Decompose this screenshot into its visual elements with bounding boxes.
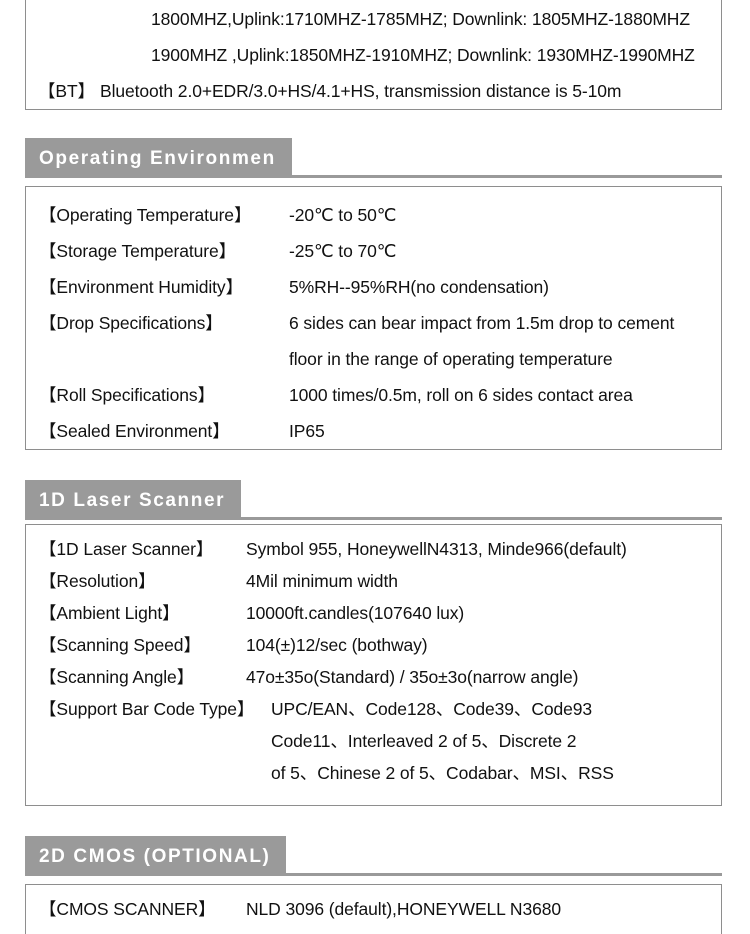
spec-value: of 5、Chinese 2 of 5、Codabar、MSI、RSS: [271, 763, 614, 783]
spec-value: 47o±35o(Standard) / 35o±3o(narrow angle): [246, 667, 579, 687]
spec-value: IP65: [289, 421, 325, 441]
spec-value: 10000ft.candles(107640 lux): [246, 603, 465, 623]
spec-value: -20℃ to 50℃: [289, 205, 397, 225]
spec-label: 【Scanning Angle】: [39, 667, 195, 687]
spec-label: 【Roll Specifications】: [39, 385, 215, 405]
section-header-operating-environment: Operating Environmen: [25, 138, 722, 178]
operating-environment-spec-box: 【Operating Temperature】 -20℃ to 50℃ 【Sto…: [25, 186, 722, 450]
spec-value: 1000 times/0.5m, roll on 6 sides contact…: [289, 385, 633, 405]
spec-value: 1800MHZ,Uplink:1710MHZ-1785MHZ; Downlink…: [151, 9, 690, 29]
table-row: 【Storage Temperature】 -25℃ to 70℃: [39, 233, 721, 269]
spec-value: Bluetooth 2.0+EDR/3.0+HS/4.1+HS, transmi…: [100, 81, 622, 101]
spec-value: Symbol 955, HoneywellN4313, Minde966(def…: [246, 539, 627, 559]
spec-row: 1800MHZ,Uplink:1710MHZ-1785MHZ; Downlink…: [38, 1, 721, 37]
table-row: 【Scanning Angle】 47o±35o(Standard) / 35o…: [39, 661, 721, 693]
spec-value: 5%RH--95%RH(no condensation): [289, 277, 549, 297]
spec-row: 1900MHZ ,Uplink:1850MHZ-1910MHZ; Downlin…: [38, 37, 721, 73]
spec-value: 6 sides can bear impact from 1.5m drop t…: [289, 313, 675, 333]
spec-label: 【1D Laser Scanner】: [39, 539, 214, 559]
spec-label: 【Resolution】: [39, 571, 156, 591]
communication-rows: 1800MHZ,Uplink:1710MHZ-1785MHZ; Downlink…: [38, 0, 721, 109]
spec-label: 【Storage Temperature】: [39, 241, 236, 261]
table-row: 【The Sensor Resolution】 752(level)×480(v…: [39, 927, 721, 934]
section-band: 2D CMOS (OPTIONAL): [25, 836, 287, 876]
section-title: Operating Environmen: [39, 147, 276, 169]
spec-value: Code11、Interleaved 2 of 5、Discrete 2: [271, 731, 577, 751]
table-row: 【CMOS SCANNER】 NLD 3096 (default),HONEYW…: [39, 891, 721, 927]
communication-spec-box: 1800MHZ,Uplink:1710MHZ-1785MHZ; Downlink…: [25, 0, 722, 110]
section-band: Operating Environmen: [25, 138, 292, 178]
spec-value: -25℃ to 70℃: [289, 241, 397, 261]
spec-label: 【Sealed Environment】: [39, 421, 230, 441]
spec-label: 【Support Bar Code Type】: [39, 699, 255, 719]
spec-label: 【Drop Specifications】: [39, 313, 223, 333]
table-row: 【Scanning Speed】 104(±)12/sec (bothway): [39, 629, 721, 661]
spec-label: 【CMOS SCANNER】: [39, 899, 216, 919]
table-row-continuation: 【Support Bar Code Type】 Code11、Interleav…: [39, 725, 721, 757]
table-row: 【Operating Temperature】 -20℃ to 50℃: [39, 197, 721, 233]
section-band: 1D Laser Scanner: [25, 480, 242, 520]
spec-label: 【Scanning Speed】: [39, 635, 201, 655]
spec-value: 4Mil minimum width: [246, 571, 398, 591]
spec-value: NLD 3096 (default),HONEYWELL N3680: [246, 899, 561, 919]
table-row: 【Ambient Light】 10000ft.candles(107640 l…: [39, 597, 721, 629]
spec-value: floor in the range of operating temperat…: [289, 349, 613, 369]
section-header-1d-laser-scanner: 1D Laser Scanner: [25, 480, 722, 520]
table-row: 【Sealed Environment】 IP65: [39, 413, 721, 449]
table-row: 【Resolution】 4Mil minimum width: [39, 565, 721, 597]
table-row-continuation: 【Support Bar Code Type】 of 5、Chinese 2 o…: [39, 757, 721, 789]
specification-page: 1800MHZ,Uplink:1710MHZ-1785MHZ; Downlink…: [0, 0, 750, 934]
spec-label: 【BT】: [38, 81, 95, 101]
table-row: 【1D Laser Scanner】 Symbol 955, Honeywell…: [39, 533, 721, 565]
table-row: 【Support Bar Code Type】 UPC/EAN、Code128、…: [39, 693, 721, 725]
table-row: 【Drop Specifications】 6 sides can bear i…: [39, 305, 721, 341]
spec-value: 752(level)×480(vertical)pels(grey level): [246, 927, 544, 934]
spec-row: 【BT】 Bluetooth 2.0+EDR/3.0+HS/4.1+HS, tr…: [38, 73, 721, 109]
2d-cmos-spec-box: 【CMOS SCANNER】 NLD 3096 (default),HONEYW…: [25, 884, 722, 934]
1d-laser-scanner-spec-box: 【1D Laser Scanner】 Symbol 955, Honeywell…: [25, 524, 722, 806]
section-header-2d-cmos-optional: 2D CMOS (OPTIONAL): [25, 836, 722, 876]
table-row: 【Roll Specifications】 1000 times/0.5m, r…: [39, 377, 721, 413]
section-title: 2D CMOS (OPTIONAL): [39, 845, 271, 867]
spec-label: 【Environment Humidity】: [39, 277, 243, 297]
spec-label: 【The Sensor Resolution】: [39, 927, 246, 934]
table-row: 【Environment Humidity】 5%RH--95%RH(no co…: [39, 269, 721, 305]
section-title: 1D Laser Scanner: [39, 489, 226, 511]
spec-label: 【Operating Temperature】: [39, 205, 252, 225]
spec-value: 1900MHZ ,Uplink:1850MHZ-1910MHZ; Downlin…: [151, 45, 695, 65]
spec-value: 104(±)12/sec (bothway): [246, 635, 428, 655]
spec-label: 【Ambient Light】: [39, 603, 180, 623]
table-row-continuation: 【Drop Specifications】 floor in the range…: [39, 341, 721, 377]
spec-value: UPC/EAN、Code128、Code39、Code93: [271, 699, 593, 719]
